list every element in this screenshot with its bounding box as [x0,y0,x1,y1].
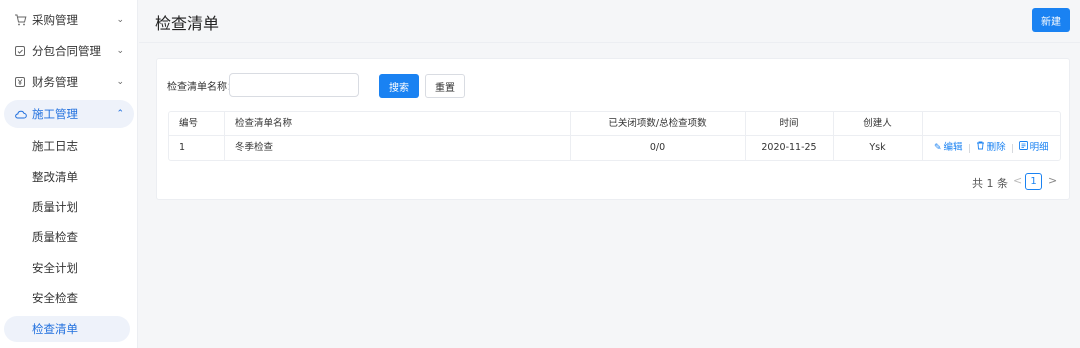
edit-label: 编辑 [943,142,963,153]
cart-icon [13,13,27,27]
search-label: 检查清单名称： [167,82,237,93]
finance-icon [13,75,27,89]
row-time: 2020-11-25 [761,142,817,153]
delete-label: 删除 [986,142,1006,153]
checklist-table: 编号 检查清单名称 已关闭项数/总检查项数 时间 创建人 1 冬季检查 0/0 … [168,111,1061,161]
reset-button[interactable]: 重置 [425,74,465,98]
menu-construction-label: 施工管理 [32,107,78,121]
column-header-ratio: 已关闭项数/总检查项数 [608,118,707,129]
content-card: 检查清单名称： 搜索 重置 编号 检查清单名称 已关闭项数/总检查项数 时间 创… [156,58,1070,200]
detail-button[interactable]: 明细 [1018,136,1049,160]
search-button[interactable]: 搜索 [379,74,419,98]
detail-icon [1018,136,1028,160]
chevron-up-icon: ⌃ [116,109,124,119]
column-header-creator: 创建人 [863,118,892,129]
chevron-down-icon: ⌄ [116,15,124,25]
sidebar-item-rectification-list[interactable]: 整改清单 [4,164,130,190]
delete-button[interactable]: 删除 [976,136,1006,160]
pagination-total: 共 1 条 [972,177,1008,190]
trash-icon [976,136,985,160]
header-divider [139,42,1080,43]
table-header-row: 编号 检查清单名称 已关闭项数/总检查项数 时间 创建人 [169,112,1060,136]
checklist-name-input[interactable] [229,73,359,97]
chevron-down-icon: ⌄ [116,77,124,87]
page-title: 检查清单 [155,14,220,33]
column-header-id: 编号 [179,118,199,129]
menu-finance[interactable]: 财务管理 ⌄ [4,68,134,96]
contract-icon [13,44,27,58]
sidebar: 采购管理 ⌄ 分包合同管理 ⌄ 财务管理 ⌄ 施工管理 ⌃ 施工日志 整改清单 … [0,0,138,348]
menu-subcontract-label: 分包合同管理 [32,44,101,58]
sidebar-item-construction-log[interactable]: 施工日志 [4,133,130,159]
sidebar-item-checklist[interactable]: 检查清单 [4,316,130,342]
chevron-down-icon: ⌄ [116,46,124,56]
edit-button[interactable]: ✎ 编辑 [934,136,963,160]
menu-purchase[interactable]: 采购管理 ⌄ [4,6,134,34]
edit-icon: ✎ [934,143,942,153]
menu-construction[interactable]: 施工管理 ⌃ [4,100,134,128]
table-row: 1 冬季检查 0/0 2020-11-25 Ysk ✎ 编辑 删除 明细 [169,136,1060,160]
row-creator: Ysk [869,142,886,153]
action-divider [968,143,970,153]
sidebar-item-quality-plan[interactable]: 质量计划 [4,194,130,220]
sidebar-item-safety-plan[interactable]: 安全计划 [4,255,130,281]
detail-label: 明细 [1029,142,1049,153]
row-name: 冬季检查 [235,142,274,153]
pagination-current-page[interactable]: 1 [1025,173,1042,190]
column-header-time: 时间 [779,118,799,129]
sidebar-item-safety-check[interactable]: 安全检查 [4,285,130,311]
cloud-icon [13,107,27,121]
row-actions: ✎ 编辑 删除 明细 [934,136,1049,160]
column-header-name: 检查清单名称 [235,118,293,129]
row-ratio: 0/0 [649,142,666,153]
pagination-next[interactable]: > [1048,174,1057,187]
row-id: 1 [179,142,186,153]
sidebar-item-quality-check[interactable]: 质量检查 [4,224,130,250]
action-divider [1011,143,1013,153]
menu-subcontract[interactable]: 分包合同管理 ⌄ [4,37,134,65]
pagination-prev[interactable]: < [1013,174,1022,187]
menu-finance-label: 财务管理 [32,75,78,89]
new-button[interactable]: 新建 [1032,8,1070,32]
menu-purchase-label: 采购管理 [32,13,78,27]
